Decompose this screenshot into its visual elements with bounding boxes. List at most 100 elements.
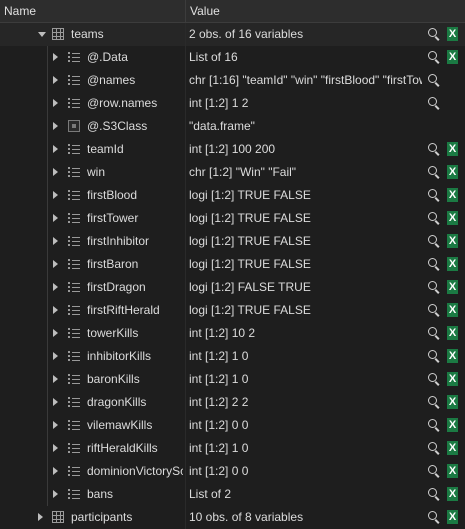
search-icon[interactable] [428,281,440,293]
tree-row[interactable]: teamId int [1:2] 100 200 X [0,138,465,161]
excel-export-icon[interactable]: X [447,280,458,294]
expand-arrow-icon[interactable] [53,444,58,452]
tree-row[interactable]: win chr [1:2] "Win" "Fail" X [0,161,465,184]
variable-value: int [1:2] 1 0 [189,349,249,363]
excel-export-icon[interactable]: X [447,142,458,156]
search-icon[interactable] [428,488,440,500]
list-icon [68,396,80,408]
excel-export-icon[interactable]: X [447,188,458,202]
search-icon[interactable] [428,419,440,431]
tree-row[interactable]: dragonKills int [1:2] 2 2 X [0,391,465,414]
expand-arrow-icon[interactable] [53,168,58,176]
expand-arrow-icon[interactable] [53,375,58,383]
value-column-header[interactable]: Value [190,4,220,18]
tree-row[interactable]: inhibitorKills int [1:2] 1 0 X [0,345,465,368]
excel-export-icon[interactable]: X [447,395,458,409]
excel-export-icon[interactable]: X [447,349,458,363]
tree-row[interactable]: firstBaron logi [1:2] TRUE FALSE X [0,253,465,276]
search-icon[interactable] [428,143,440,155]
excel-export-icon[interactable]: X [447,211,458,225]
expand-arrow-icon[interactable] [38,513,43,521]
column-separator [185,345,186,368]
variable-value: logi [1:2] TRUE FALSE [189,234,311,248]
tree-row[interactable]: towerKills int [1:2] 10 2 X [0,322,465,345]
list-icon [68,465,80,477]
search-icon[interactable] [428,74,440,86]
variable-name: baronKills [87,372,140,386]
tree-row[interactable]: dominionVictoryScore int [1:2] 0 0 X [0,460,465,483]
tree-row[interactable]: @.S3Class "data.frame" [0,115,465,138]
excel-export-icon[interactable]: X [447,257,458,271]
expand-arrow-icon[interactable] [53,260,58,268]
excel-export-icon[interactable]: X [447,487,458,501]
tree-row[interactable]: participants 10 obs. of 8 variables X [0,506,465,529]
excel-export-icon[interactable]: X [447,234,458,248]
search-icon[interactable] [428,235,440,247]
tree-row[interactable]: firstTower logi [1:2] TRUE FALSE X [0,207,465,230]
search-icon[interactable] [428,51,440,63]
expand-arrow-icon[interactable] [53,76,58,84]
tree-row[interactable]: firstRiftHerald logi [1:2] TRUE FALSE X [0,299,465,322]
search-icon[interactable] [428,511,440,523]
column-divider[interactable] [185,0,186,23]
expand-arrow-icon[interactable] [53,490,58,498]
search-icon[interactable] [428,327,440,339]
expand-arrow-icon[interactable] [53,122,58,130]
expand-arrow-icon[interactable] [53,352,58,360]
expand-arrow-icon[interactable] [53,283,58,291]
tree-row[interactable]: vilemawKills int [1:2] 0 0 X [0,414,465,437]
excel-export-icon[interactable]: X [447,165,458,179]
excel-export-icon[interactable]: X [447,418,458,432]
search-icon[interactable] [428,28,440,40]
search-icon[interactable] [428,465,440,477]
search-icon[interactable] [428,189,440,201]
expand-arrow-icon[interactable] [53,467,58,475]
search-icon[interactable] [428,396,440,408]
search-icon[interactable] [428,166,440,178]
variable-name: @row.names [87,96,158,110]
excel-export-icon[interactable]: X [447,50,458,64]
expand-arrow-icon[interactable] [53,53,58,61]
excel-export-icon[interactable]: X [447,303,458,317]
tree-row[interactable]: riftHeraldKills int [1:2] 1 0 X [0,437,465,460]
excel-export-icon[interactable]: X [447,372,458,386]
tree-row[interactable]: bans List of 2 X [0,483,465,506]
name-column-header[interactable]: Name [4,4,36,18]
search-icon[interactable] [428,97,440,109]
collapse-arrow-icon[interactable] [38,32,46,37]
expand-arrow-icon[interactable] [53,99,58,107]
expand-arrow-icon[interactable] [53,306,58,314]
excel-export-icon[interactable]: X [447,464,458,478]
variable-value: logi [1:2] FALSE TRUE [189,280,311,294]
search-icon[interactable] [428,258,440,270]
variable-value: List of 16 [189,50,238,64]
expand-arrow-icon[interactable] [53,329,58,337]
tree-row[interactable]: teams 2 obs. of 16 variables X [0,23,465,46]
tree-row[interactable]: @.Data List of 16 X [0,46,465,69]
excel-export-icon[interactable]: X [447,27,458,41]
tree-row[interactable]: firstBlood logi [1:2] TRUE FALSE X [0,184,465,207]
search-icon[interactable] [428,304,440,316]
excel-export-icon[interactable]: X [447,510,458,524]
search-icon[interactable] [428,350,440,362]
variable-name: teams [71,27,104,41]
expand-arrow-icon[interactable] [53,191,58,199]
expand-arrow-icon[interactable] [53,214,58,222]
tree-row[interactable]: @row.names int [1:2] 1 2 [0,92,465,115]
tree-row[interactable]: baronKills int [1:2] 1 0 X [0,368,465,391]
expand-arrow-icon[interactable] [53,237,58,245]
search-icon[interactable] [428,442,440,454]
tree-row[interactable]: firstDragon logi [1:2] FALSE TRUE X [0,276,465,299]
column-separator [185,138,186,161]
search-icon[interactable] [428,212,440,224]
expand-arrow-icon[interactable] [53,398,58,406]
tree-row[interactable]: firstInhibitor logi [1:2] TRUE FALSE X [0,230,465,253]
expand-arrow-icon[interactable] [53,145,58,153]
excel-export-icon[interactable]: X [447,326,458,340]
tree-row[interactable]: @names chr [1:16] "teamId" "win" "firstBl… [0,69,465,92]
variable-name: firstTower [87,211,139,225]
excel-export-icon[interactable]: X [447,441,458,455]
expand-arrow-icon[interactable] [53,421,58,429]
search-icon[interactable] [428,373,440,385]
variable-value: logi [1:2] TRUE FALSE [189,211,311,225]
